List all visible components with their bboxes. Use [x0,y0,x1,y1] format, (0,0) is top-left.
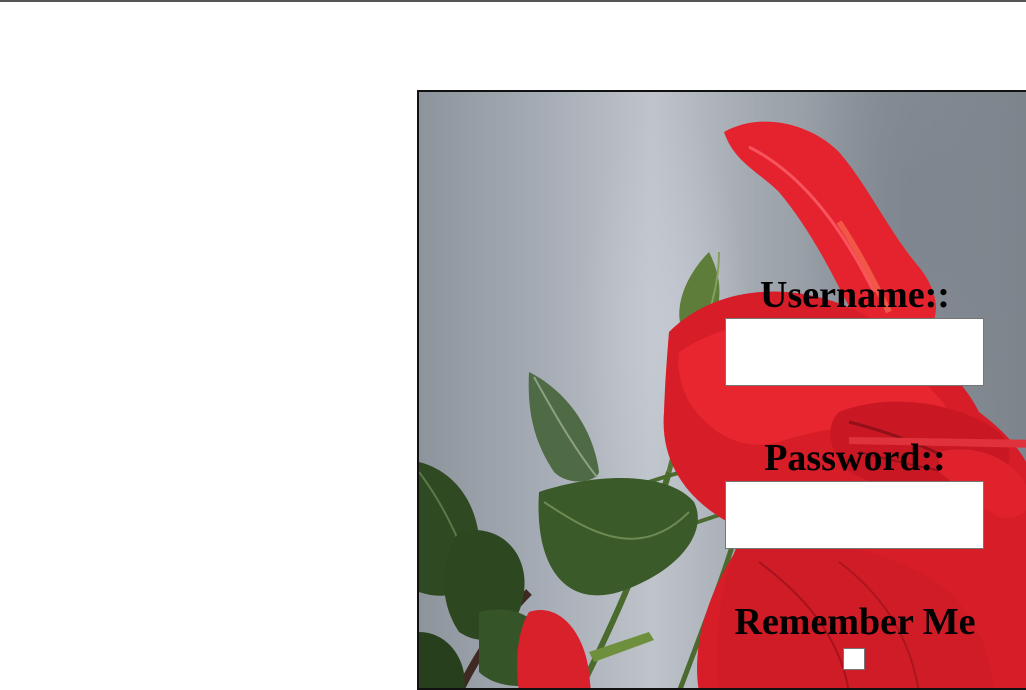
login-form: Username:: Password:: Remember Me [419,92,1026,688]
username-label: Username:: [760,274,950,316]
password-input[interactable] [725,481,984,549]
login-panel: Username:: Password:: Remember Me [417,90,1026,690]
password-label: Password:: [764,437,946,479]
remember-me-label: Remember Me [734,601,976,643]
remember-me-checkbox[interactable] [843,648,865,670]
top-divider [0,0,1026,2]
username-input[interactable] [725,318,984,386]
